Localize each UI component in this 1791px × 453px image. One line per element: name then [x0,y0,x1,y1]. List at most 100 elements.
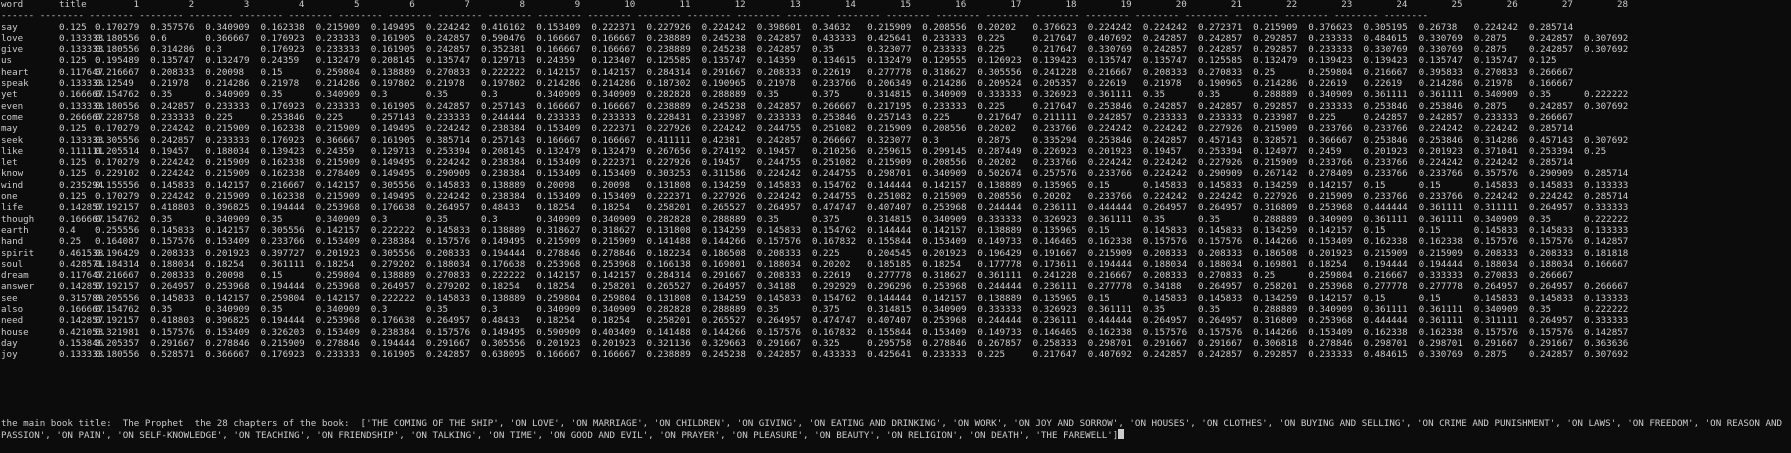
row-chapter-value: 0.241228 [1032,270,1077,282]
row-chapter-value: 0.233333 [315,44,360,56]
table-row: one 0.125 0.170279 0.224242 0.215909 0.162338… [1,191,1791,202]
row-chapter-value: 0.20202 [977,21,1017,33]
row-chapter-value: 0.35 [1142,213,1165,225]
header-chapter: 2 [188,0,195,10]
row-chapter-value: 0.227926 [701,191,746,203]
row-chapter-value: 0.224242 [1473,21,1519,33]
row-chapter-value: 0.228758 [95,111,140,123]
row-chapter-value: 0.264957 [425,315,471,327]
row-chapter-value: 0.326203 [260,326,305,338]
row-chapter-value: 0.284314 [646,66,691,78]
row-chapter-value: 0.288889 [1253,89,1298,101]
row-chapter-value: 0.288889 [701,213,746,225]
row-chapter-value: 0.164087 [95,236,140,248]
row-chapter-value: 0.192157 [95,315,140,327]
row-chapter-value: 0.340909 [922,213,967,225]
table-header-row: word title 1 2 3 4 5 6 7 8 9 10 11 12 13 14 15 16 17 18 19… [1,0,1791,10]
row-chapter-value: 0.138889 [481,224,526,236]
row-chapter-value: 0.176923 [260,32,305,44]
row-chapter-value: 0.154762 [811,292,857,304]
row-chapter-value: 0.145833 [1473,292,1519,304]
row-chapter-value: 0.397727 [260,247,305,259]
row-chapter-value: 0.270833 [425,270,471,282]
header-chapter: 28 [1616,0,1629,10]
row-chapter-value: 0.242857 [1142,44,1188,56]
row-chapter-value: 0.145833 [425,292,471,304]
row-chapter-value: 0.157576 [425,326,471,338]
row-chapter-value: 0.314286 [1473,134,1519,146]
row-chapter-value: 0.161905 [370,100,416,112]
row-chapter-value: 0.242857 [425,44,471,56]
row-chapter-value: 0.176923 [260,134,305,146]
row-chapter-value: 0.157576 [150,326,195,338]
row-chapter-value: 0.196429 [95,247,140,259]
row-chapter-value: 0.35 [1142,304,1165,316]
row-chapter-value: 0.333333 [1584,202,1629,214]
row-chapter-value: 0.184314 [95,258,140,270]
row-chapter-value: 0.138889 [977,292,1022,304]
row-chapter-value: 0.215909 [315,123,360,135]
row-chapter-value: 0.35 [1528,89,1552,101]
row-chapter-value: 0.166667 [591,349,636,361]
row-chapter-value: 0.290909 [425,168,471,180]
book-info-line: the main book title: The Prophet the 28 … [1,418,1787,442]
row-chapter-value: 0.166667 [536,32,581,44]
row-chapter-value: 0.35 [1198,304,1221,316]
row-chapter-value: 0.298701 [1418,337,1463,349]
row-chapter-value: 0.153409 [315,236,360,248]
row-chapter-value: 0.224242 [1142,168,1188,180]
row-chapter-value: 0.244755 [811,168,857,180]
row-chapter-value: 0.288889 [1253,304,1298,316]
row-chapter-value: 0.265527 [701,315,746,327]
row-chapter-value: 0.204545 [867,247,912,259]
row-chapter-value: 0.267857 [977,337,1022,349]
row-chapter-value: 0.291667 [1528,337,1574,349]
table-row: also 0.166667 0.154762 0.35 0.340909 0.35 0.34… [1,304,1791,315]
row-chapter-value: 0.363636 [1584,337,1629,349]
row-chapter-value: 0.291667 [1473,337,1519,349]
row-chapter-value: 0.291667 [701,270,746,282]
row-chapter-value: 0.131808 [646,292,691,304]
row-chapter-value: 0.214286 [591,78,636,90]
header-chapter: 27 [1561,0,1573,10]
row-chapter-value: 0.303253 [646,168,691,180]
header-chapter: 3 [243,0,250,10]
row-chapter-value: 0.224242 [1142,123,1188,135]
row-chapter-value: 0.215909 [536,236,581,248]
row-chapter-value: 0.233766 [260,236,305,248]
row-chapter-value: 0.162338 [1418,326,1463,338]
row-chapter-value: 0.233766 [1363,123,1408,135]
row-chapter-value: 0.215909 [591,236,636,248]
row-chapter-value: 0.233333 [756,111,802,123]
row-chapter-value: 0.149733 [977,236,1022,248]
row-chapter-value: 0.279202 [425,281,471,293]
row-chapter-value: 0.411111 [646,134,691,146]
row-chapter-value: 0.142157 [591,66,636,78]
row-chapter-value: 0.162338 [1087,236,1132,248]
row-chapter-value: 0.157576 [1473,236,1519,248]
row-chapter-value: 0.340909 [315,304,360,316]
row-chapter-value: 0.233766 [1363,191,1408,203]
row-chapter-value: 0.25 [1253,270,1276,282]
row-chapter-value: 0.238889 [646,44,691,56]
row-chapter-value: 0.15 [1418,224,1441,236]
row-chapter-value: 0.233333 [205,134,250,146]
row-word: though [1,213,35,225]
row-word: speak [1,78,29,90]
row-chapter-value: 0.311111 [1473,315,1519,327]
row-chapter-value: 0.142157 [205,179,250,191]
row-chapter-value: 0.18254 [591,315,631,327]
row-chapter-value: 0.233333 [1142,111,1188,123]
row-chapter-value: 0.214286 [315,78,360,90]
row-chapter-value: 0.361111 [1363,304,1408,316]
terminal-window[interactable]: word title 1 2 3 4 5 6 7 8 9 10 11 12 13 14 15 16 17 18 19… [0,0,1791,453]
row-chapter-value: 0.270833 [1473,66,1519,78]
row-chapter-value: 0.282828 [646,304,691,316]
row-chapter-value: 0.194444 [1087,258,1132,270]
row-chapter-value: 0.264957 [1528,202,1574,214]
row-chapter-value: 0.157576 [756,326,802,338]
row-chapter-value: 0.215909 [1253,123,1298,135]
row-chapter-value: 0.226923 [1032,145,1077,157]
row-chapter-value: 0.375 [811,304,840,316]
row-chapter-value: 0.208145 [481,145,526,157]
